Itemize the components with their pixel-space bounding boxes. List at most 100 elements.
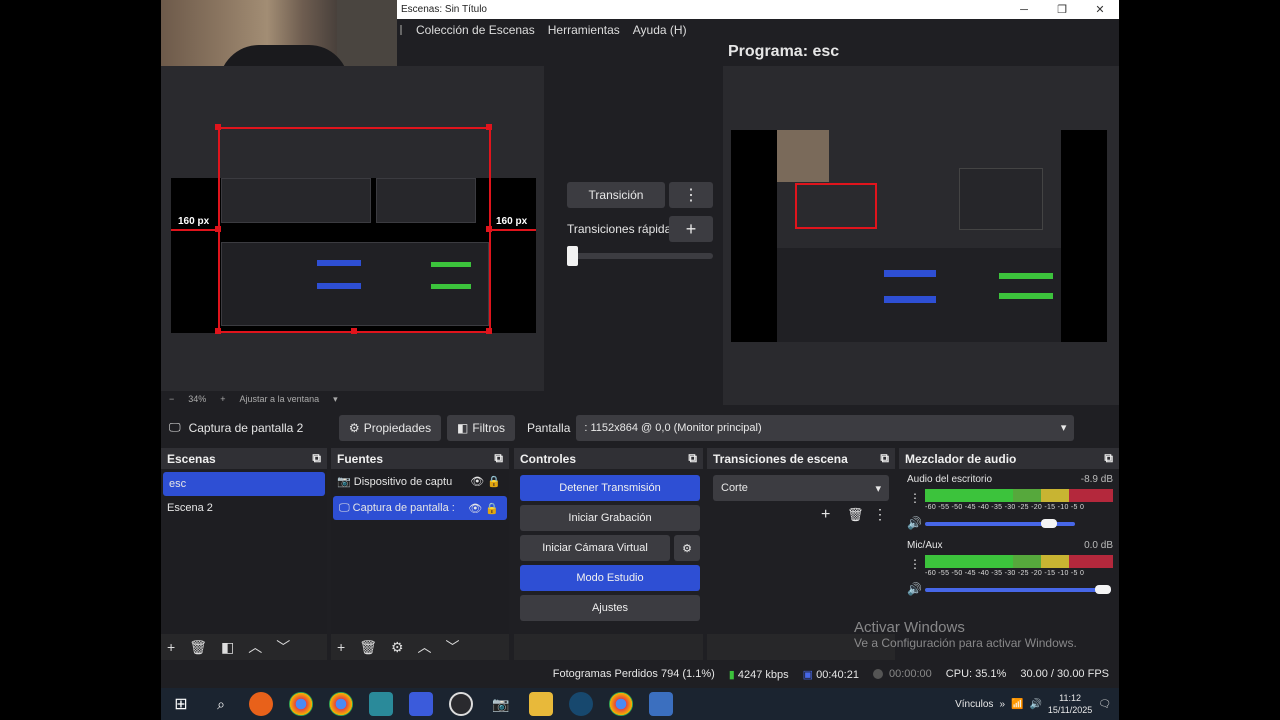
arrow-down-icon[interactable]: ﹀ [446,637,460,657]
steam-icon[interactable] [569,692,593,716]
source-label: Captura de pantalla : [352,501,455,514]
screen-select[interactable]: : 1152x864 @ 0,0 (Monitor principal) ▾ [576,414,1075,441]
channel-name: Mic/Aux [907,540,943,551]
start-virtual-camera-button[interactable]: Iniciar Cámara Virtual [520,535,670,561]
app-icon[interactable] [649,692,673,716]
undock-icon[interactable]: ⧉ [688,451,697,466]
transition-slider-knob[interactable] [567,246,578,266]
lock-icon[interactable]: 🔒 [487,476,501,488]
transition-button[interactable]: Transición [567,182,665,208]
fit-window-label[interactable]: Ajustar a la ventana [240,394,320,404]
menu-scene-collection[interactable]: Colección de Escenas [416,23,535,37]
search-icon[interactable]: ⌕ [209,692,233,716]
add-icon[interactable]: + [337,639,345,655]
notification-icon[interactable]: 🗨 [1098,699,1111,710]
undock-icon[interactable]: ⧉ [1104,451,1113,466]
bitrate: 4247 kbps [737,668,789,681]
program-label: Programa: esc [728,43,840,60]
minimize-button[interactable]: ─ [1005,4,1043,16]
zoom-out-button[interactable]: − [169,394,174,404]
network-icon[interactable]: 📶 [1011,699,1023,710]
scene-item[interactable]: Escena 2 [161,496,327,520]
settings-button[interactable]: Ajustes [520,595,700,621]
clock-date: 15/11/2025 [1047,705,1093,715]
menu-bar: Colección de Escenas Herramientas Ayuda … [397,19,1119,41]
signal-icon: ▮ [728,668,735,681]
undock-icon[interactable]: ⧉ [880,451,889,466]
camera-icon[interactable]: 📷 [489,692,513,716]
chrome-icon[interactable] [329,692,353,716]
firefox-icon[interactable] [249,692,273,716]
speaker-icon[interactable]: 🔊 [907,582,922,596]
lock-icon[interactable]: 🔒 [485,503,499,515]
volume-slider[interactable] [925,588,1111,592]
selected-source-frame[interactable] [218,127,491,333]
properties-button[interactable]: ⚙ Propiedades [339,414,441,441]
transition-select[interactable]: Corte ▾ [713,475,889,501]
speaker-icon[interactable]: 🔊 [907,516,922,530]
trash-icon[interactable]: 🗑 [359,639,377,656]
chrome-icon[interactable] [609,692,633,716]
volume-knob[interactable] [1041,519,1057,528]
scenes-title: Escenas [167,451,216,466]
windows-start-icon[interactable]: ⊞ [169,692,193,716]
stop-streaming-button[interactable]: Detener Transmisión [520,475,700,501]
monitor-icon: 🖵 [339,501,350,514]
virtual-camera-settings-button[interactable]: ⚙ [674,535,700,561]
preview-pane[interactable]: 160 px 160 px [161,66,544,391]
maximize-button[interactable]: ❐ [1043,3,1081,16]
volume-icon[interactable]: 🔊 [1029,699,1041,710]
obs-icon[interactable] [449,692,473,716]
scene-item[interactable]: esc [163,472,325,496]
source-item[interactable]: 🖵 Captura de pantalla : 👁 🔒 [333,496,507,520]
menu-help[interactable]: Ayuda (H) [633,23,687,37]
arrow-up-icon[interactable]: ︿ [248,637,262,657]
close-button[interactable]: ✕ [1081,3,1119,16]
channel-menu-icon[interactable]: ⋮ [909,491,921,505]
window-title: Escenas: Sin Título [401,4,487,15]
eye-icon[interactable]: 👁 [470,476,484,488]
filters-button[interactable]: ◧ Filtros [447,414,515,441]
add-icon[interactable]: + [167,639,175,655]
transition-menu-button[interactable]: ⋮ [669,182,713,208]
photos-icon[interactable] [369,692,393,716]
channel-menu-icon[interactable]: ⋮ [909,557,921,571]
controls-dock: Controles ⧉ Detener Transmisión Iniciar G… [514,448,703,660]
arrow-down-icon[interactable]: ﹀ [276,637,290,657]
more-icon[interactable]: ⋮ [873,506,887,523]
filter-icon: ◧ [457,420,469,435]
menu-tools[interactable]: Herramientas [548,23,620,37]
eye-icon[interactable]: 👁 [468,503,482,515]
chrome-icon[interactable] [289,692,313,716]
screen-label: Pantalla [527,420,571,435]
tray-chevron-icon[interactable]: » [999,699,1005,710]
source-item[interactable]: 📷 Dispositivo de captu 👁 🔒 [331,469,509,493]
clock[interactable]: 11:12 15/11/2025 [1048,692,1092,716]
add-icon[interactable]: + [821,506,830,524]
trash-icon[interactable]: 🗑 [847,507,864,523]
transition-slider[interactable] [567,253,713,259]
source-toolbar: 🖵 Captura de pantalla 2 ⚙ Propiedades ◧ … [161,410,1119,445]
chevron-down-icon[interactable]: ▾ [333,394,338,405]
transition-pane: Transición ⋮ Transiciones rápidas + [557,66,722,391]
undock-icon[interactable]: ⧉ [312,451,321,466]
arrow-up-icon[interactable]: ︿ [418,637,432,657]
program-canvas [731,130,1107,342]
obs-window: Escenas: Sin Título ─ ❐ ✕ Colección de E… [161,0,1119,688]
undock-icon[interactable]: ⧉ [494,451,503,466]
add-quick-transition-button[interactable]: + [669,216,713,242]
folder-icon[interactable] [529,692,553,716]
start-recording-button[interactable]: Iniciar Grabación [520,505,700,531]
sources-dock: Fuentes ⧉ 📷 Dispositivo de captu 👁 🔒 🖵 Ca… [331,448,509,660]
watermark-title: Activar Windows [854,619,965,636]
filter-icon[interactable]: ◧ [221,639,234,656]
studio-mode-button[interactable]: Modo Estudio [520,565,700,591]
volume-knob[interactable] [1095,585,1111,594]
links-label[interactable]: Vínculos [955,699,993,710]
monitor-icon: 🖵 [169,420,181,434]
trash-icon[interactable]: 🗑 [189,639,207,656]
gear-icon[interactable]: ⚙ [391,639,404,656]
zoom-in-button[interactable]: + [220,394,225,404]
store-icon[interactable] [409,692,433,716]
taskbar: ⊞ ⌕ 📷 Vínculos » 📶 🔊 11:12 15/11/2025 🗨 [161,688,1119,720]
